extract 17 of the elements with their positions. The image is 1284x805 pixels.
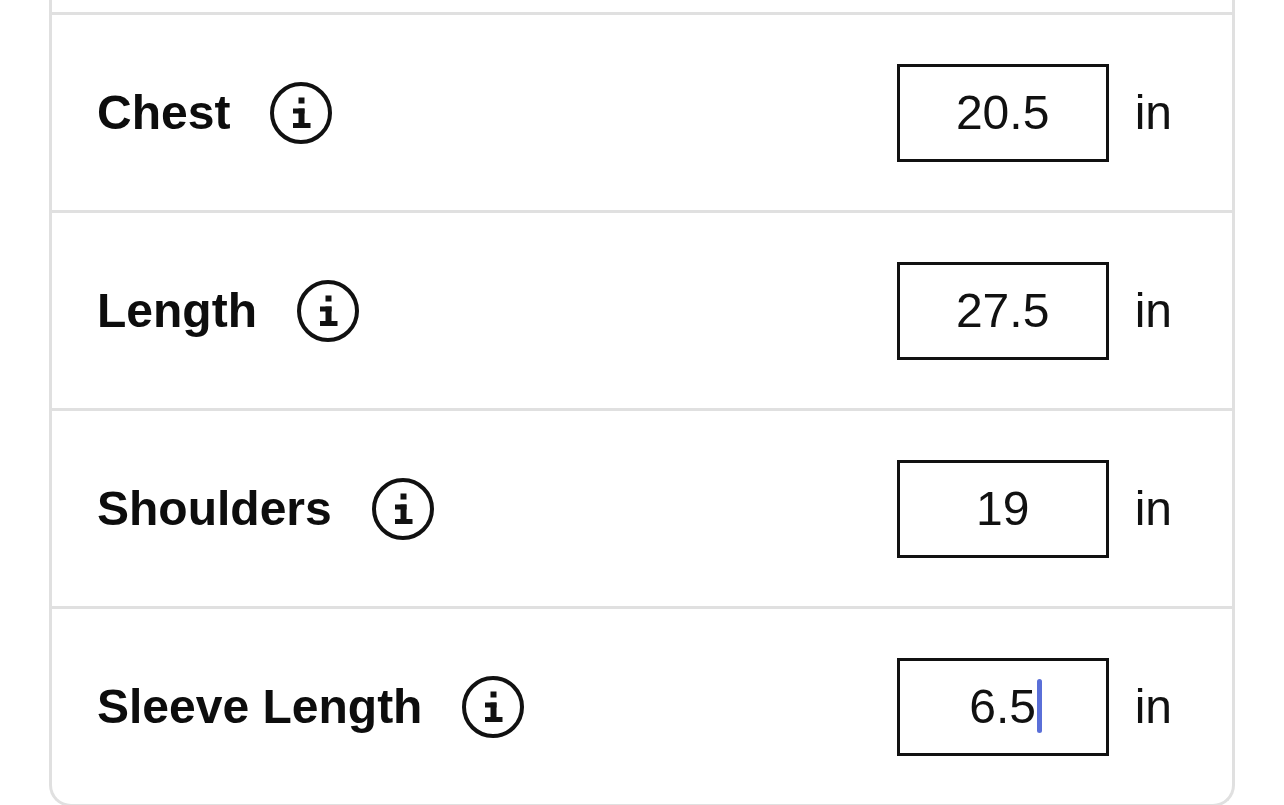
info-icon[interactable] bbox=[371, 477, 434, 540]
input-field[interactable]: 19 bbox=[896, 459, 1109, 558]
unit-label: in bbox=[1134, 88, 1172, 137]
measurement-label: Chest bbox=[97, 88, 231, 137]
text-cursor-icon bbox=[1037, 678, 1042, 733]
info-icon[interactable] bbox=[270, 81, 333, 144]
unit-label: in bbox=[1134, 286, 1172, 335]
input-field[interactable]: 6.5 bbox=[896, 657, 1109, 756]
unit-label: in bbox=[1134, 484, 1172, 533]
measurement-label: Length bbox=[97, 286, 257, 335]
measurement-label: Shoulders bbox=[97, 484, 332, 533]
measurement-label: Sleeve Length bbox=[97, 682, 423, 731]
input-field[interactable]: 27.5 bbox=[896, 261, 1109, 360]
unit-label: in bbox=[1134, 682, 1172, 731]
info-icon[interactable] bbox=[462, 675, 525, 738]
info-icon[interactable] bbox=[296, 279, 359, 342]
input-field[interactable]: 20.5 bbox=[896, 63, 1109, 162]
